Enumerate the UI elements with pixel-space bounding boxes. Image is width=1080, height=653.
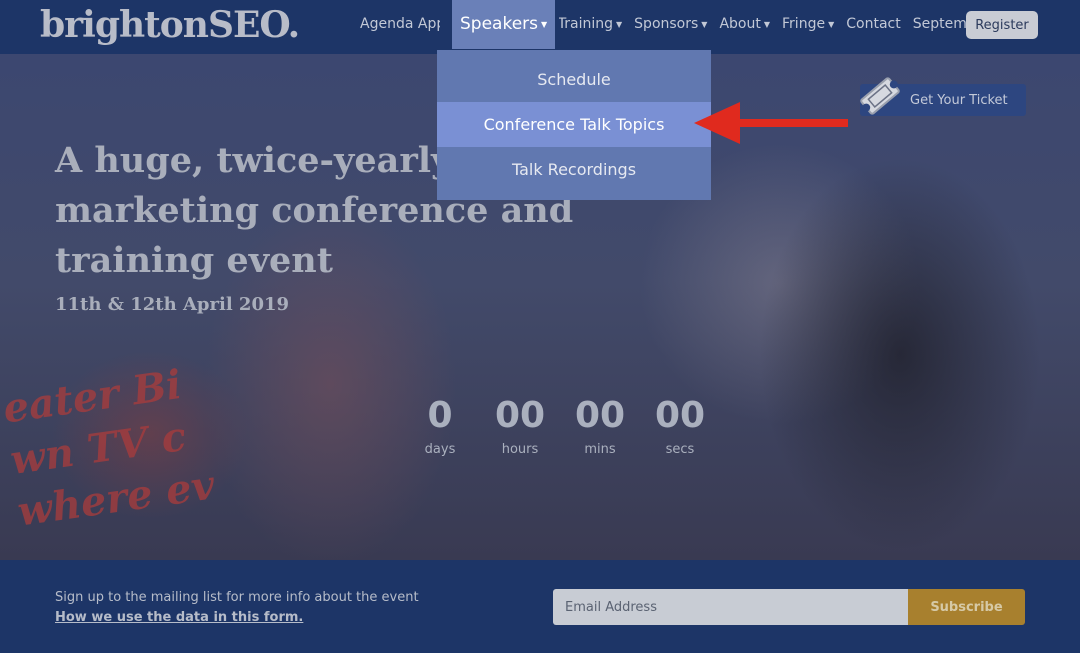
subscribe-button[interactable]: Subscribe bbox=[908, 589, 1025, 625]
background-banner-text: eater Bi wn TV c where ev bbox=[0, 361, 218, 536]
menu-item-conference-talk-topics[interactable]: Conference Talk Topics bbox=[437, 102, 711, 147]
chevron-down-icon: ▼ bbox=[701, 19, 708, 29]
data-usage-link[interactable]: How we use the data in this form. bbox=[55, 610, 303, 625]
site-header: brightonSEO. Agenda App Speakers ▼ Traini… bbox=[0, 0, 1080, 54]
speakers-dropdown-menu: Schedule Conference Talk Topics Talk Rec… bbox=[437, 50, 711, 200]
event-date: 11th & 12th April 2019 bbox=[55, 294, 290, 315]
nav-label: Training bbox=[559, 16, 614, 32]
register-button[interactable]: Register bbox=[966, 11, 1038, 39]
nav-item-speakers[interactable]: Speakers ▼ bbox=[452, 0, 556, 49]
arrow-left-icon bbox=[694, 102, 848, 144]
countdown-timer: 0 days 00 hours 00 mins 00 secs bbox=[400, 394, 720, 457]
nav-item-about[interactable]: About ▼ bbox=[719, 0, 770, 48]
nav-label: Contact bbox=[846, 16, 901, 32]
email-field[interactable] bbox=[553, 589, 908, 625]
nav-label: Fringe bbox=[782, 16, 826, 32]
get-ticket-label: Get Your Ticket bbox=[910, 92, 1008, 108]
countdown-hours: 00 hours bbox=[494, 395, 546, 457]
chevron-down-icon: ▼ bbox=[616, 19, 623, 29]
countdown-secs: 00 secs bbox=[654, 395, 706, 457]
nav-item-agenda-app[interactable]: Agenda App bbox=[360, 0, 440, 48]
nav-item-sponsors[interactable]: Sponsors ▼ bbox=[634, 0, 707, 48]
site-logo[interactable]: brightonSEO. bbox=[40, 4, 300, 46]
nav-label: Agenda App bbox=[360, 16, 440, 32]
menu-item-schedule[interactable]: Schedule bbox=[437, 57, 711, 102]
ticket-icon[interactable] bbox=[856, 72, 904, 120]
nav-label: Speakers bbox=[460, 14, 539, 34]
chevron-down-icon: ▼ bbox=[828, 19, 835, 29]
nav-item-fringe[interactable]: Fringe ▼ bbox=[782, 0, 834, 48]
nav-label: Sponsors bbox=[634, 16, 699, 32]
chevron-down-icon: ▼ bbox=[541, 19, 548, 29]
newsletter-bar: Sign up to the mailing list for more inf… bbox=[0, 560, 1080, 653]
main-nav: Agenda App Speakers ▼ Training ▼ Sponsors ▼… bbox=[360, 0, 1002, 49]
menu-item-talk-recordings[interactable]: Talk Recordings bbox=[437, 147, 711, 192]
chevron-down-icon: ▼ bbox=[763, 19, 771, 29]
newsletter-text: Sign up to the mailing list for more inf… bbox=[55, 590, 419, 605]
countdown-mins: 00 mins bbox=[574, 395, 626, 457]
countdown-days: 0 days bbox=[424, 395, 456, 457]
nav-item-contact[interactable]: Contact bbox=[846, 0, 900, 48]
nav-item-training[interactable]: Training ▼ bbox=[559, 0, 622, 48]
nav-label: About bbox=[719, 16, 761, 32]
